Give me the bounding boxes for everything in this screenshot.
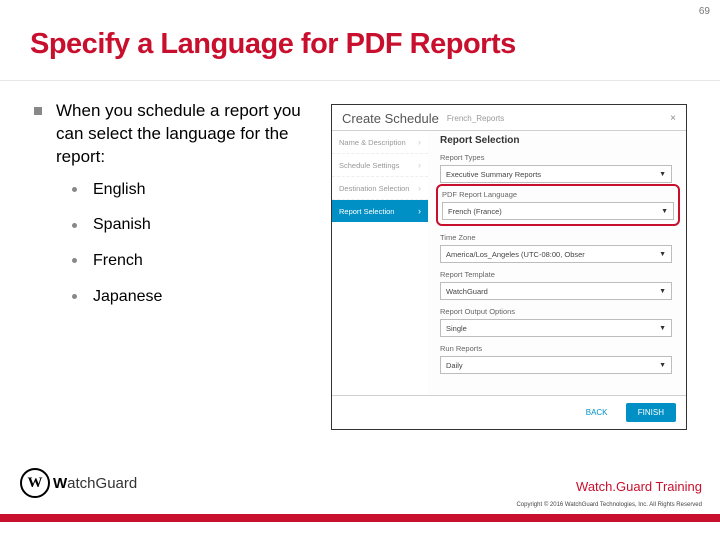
dialog-footer: BACK FINISH: [332, 395, 686, 429]
template-select[interactable]: WatchGuard▼: [440, 282, 672, 300]
back-button[interactable]: BACK: [574, 403, 620, 422]
wizard-step-destination[interactable]: Destination Selection›: [332, 177, 428, 200]
template-label: Report Template: [440, 270, 676, 279]
dot-icon: [72, 223, 77, 228]
divider: [0, 80, 720, 81]
brand-logo: W WatchGuard: [20, 468, 137, 498]
wizard-step-name[interactable]: Name & Description›: [332, 131, 428, 154]
bullet-icon: [34, 107, 42, 115]
report-types-label: Report Types: [440, 153, 676, 162]
wizard-step-report-selection[interactable]: Report Selection›: [332, 200, 428, 222]
footer-bar: [0, 514, 720, 522]
wizard-step-schedule[interactable]: Schedule Settings›: [332, 154, 428, 177]
report-types-select[interactable]: Executive Summary Reports▼: [440, 165, 672, 183]
timezone-select[interactable]: America/Los_Angeles (UTC-08:00, Obser▼: [440, 245, 672, 263]
timezone-label: Time Zone: [440, 233, 676, 242]
chevron-right-icon: ›: [418, 206, 421, 216]
training-label: Watch.Guard Training: [576, 479, 702, 494]
panel: Report Selection Report Types Executive …: [428, 131, 686, 417]
chevron-down-icon: ▼: [661, 208, 668, 215]
chevron-right-icon: ›: [418, 137, 421, 147]
slide-title: Specify a Language for PDF Reports: [30, 28, 516, 61]
lang-item: Japanese: [93, 286, 162, 308]
lang-item: English: [93, 179, 145, 201]
bullet-text: When you schedule a report you can selec…: [56, 100, 314, 169]
chevron-right-icon: ›: [418, 160, 421, 170]
body-text: When you schedule a report you can selec…: [34, 100, 314, 321]
dialog-title: Create Schedule: [342, 111, 439, 126]
dialog-subtitle: French_Reports: [447, 114, 504, 123]
highlight-box: PDF Report Language French (France)▼: [436, 184, 680, 226]
dot-icon: [72, 294, 77, 299]
run-label: Run Reports: [440, 344, 676, 353]
copyright: Copyright © 2016 WatchGuard Technologies…: [516, 502, 702, 508]
close-icon[interactable]: ×: [670, 113, 676, 124]
chevron-down-icon: ▼: [659, 362, 666, 369]
pdf-language-select[interactable]: French (France)▼: [442, 202, 674, 220]
chevron-down-icon: ▼: [659, 325, 666, 332]
wizard-steps: Name & Description› Schedule Settings› D…: [332, 131, 428, 417]
chevron-down-icon: ▼: [659, 288, 666, 295]
pdf-language-label: PDF Report Language: [442, 190, 674, 199]
output-select[interactable]: Single▼: [440, 319, 672, 337]
page-number: 69: [699, 6, 710, 17]
chevron-down-icon: ▼: [659, 171, 666, 178]
run-select[interactable]: Daily▼: [440, 356, 672, 374]
output-label: Report Output Options: [440, 307, 676, 316]
logo-icon: W: [20, 468, 50, 498]
panel-title: Report Selection: [440, 135, 676, 146]
chevron-down-icon: ▼: [659, 251, 666, 258]
lang-item: Spanish: [93, 214, 151, 236]
dialog-screenshot: Create Schedule French_Reports × Name & …: [331, 104, 687, 430]
lang-item: French: [93, 250, 143, 272]
dot-icon: [72, 187, 77, 192]
chevron-right-icon: ›: [418, 183, 421, 193]
dot-icon: [72, 258, 77, 263]
finish-button[interactable]: FINISH: [626, 403, 676, 422]
